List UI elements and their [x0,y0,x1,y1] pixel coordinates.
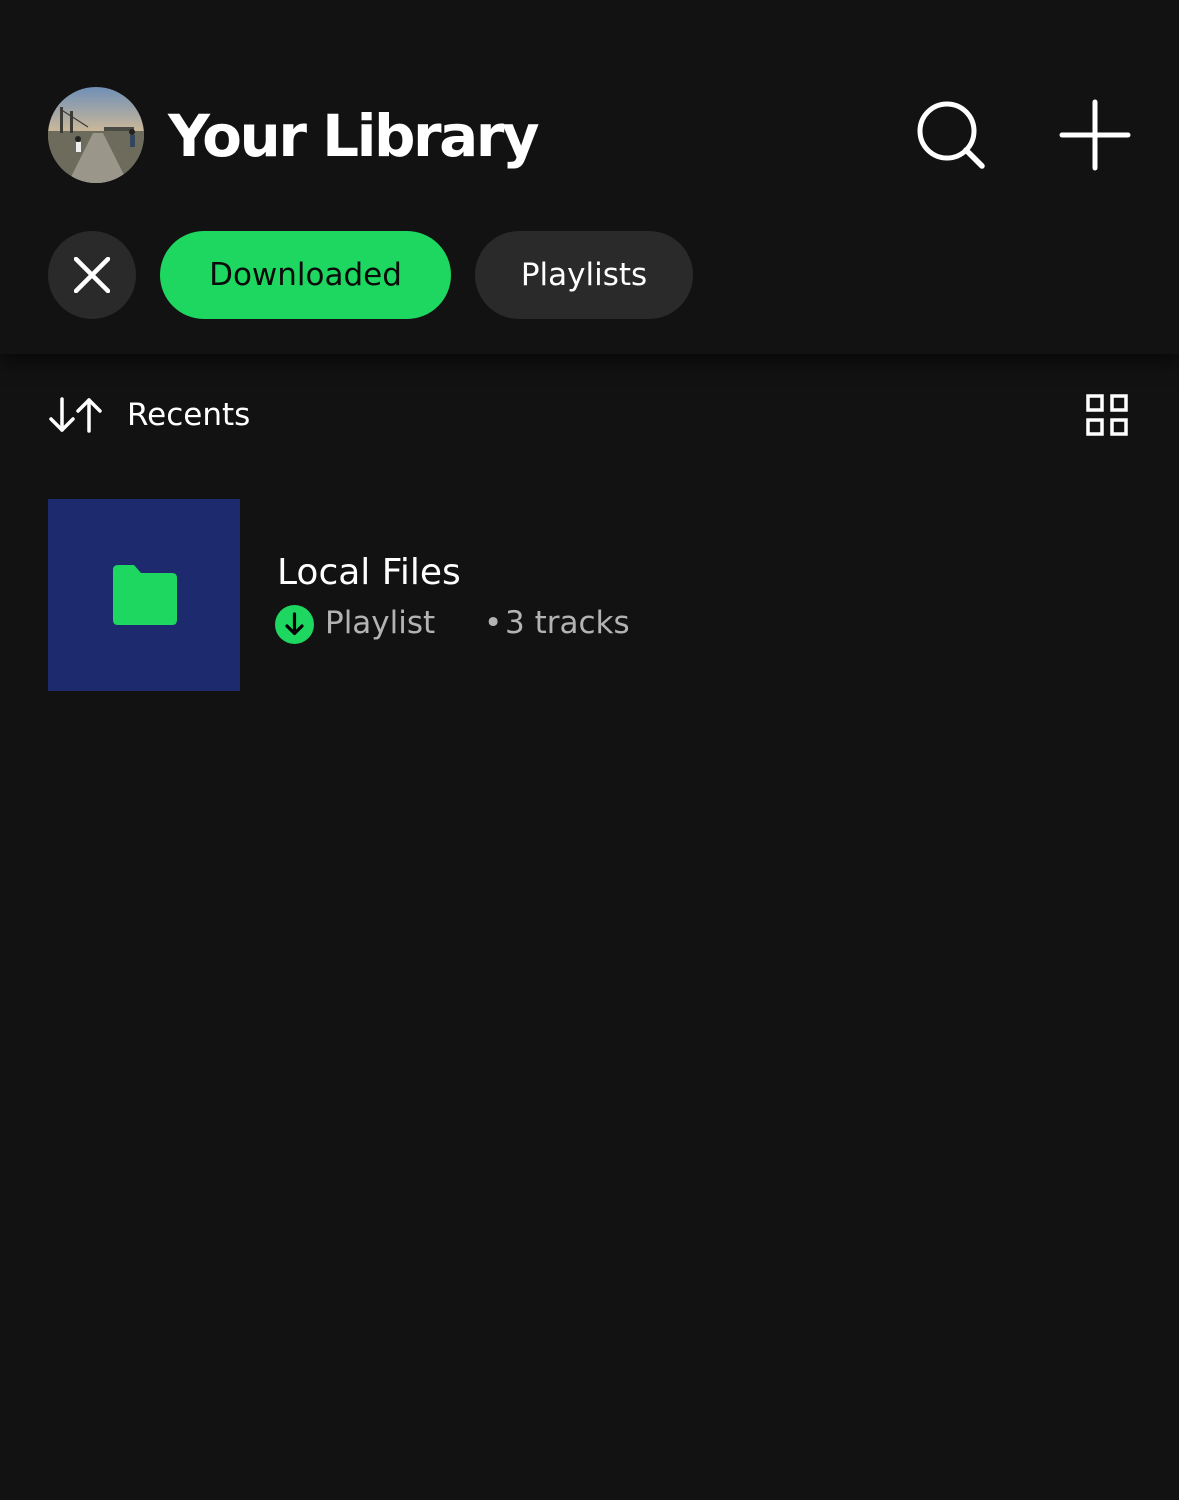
close-icon [74,257,110,293]
user-avatar[interactable] [48,87,144,183]
sort-button[interactable]: Recents [48,385,288,445]
avatar-photo-icon [48,87,144,183]
downloaded-icon [275,605,314,644]
grid-view-icon [1086,394,1128,436]
add-button[interactable] [1058,99,1132,173]
item-type: Playlist [325,605,436,641]
search-icon [917,101,985,169]
sort-arrows-icon [49,397,102,433]
folder-icon [113,565,177,625]
item-title: Local Files [277,552,461,593]
library-header: Your Library Downloaded Playlists [0,0,1179,354]
search-button[interactable] [914,98,988,172]
plus-icon [1059,99,1131,171]
view-toggle-button[interactable] [1080,388,1134,442]
filter-chip-playlists[interactable]: Playlists [475,231,693,319]
item-track-count: 3 tracks [505,605,630,641]
page-title: Your Library [168,102,540,170]
item-separator: • [484,605,503,641]
clear-filters-button[interactable] [48,231,136,319]
library-item-local-files[interactable]: Local Files Playlist • 3 tracks [48,499,1131,691]
filter-chip-downloaded[interactable]: Downloaded [160,231,451,319]
item-artwork [48,499,240,691]
sort-label: Recents [127,397,251,433]
library-screen: Your Library Downloaded Playlists Recent… [0,0,1179,1500]
